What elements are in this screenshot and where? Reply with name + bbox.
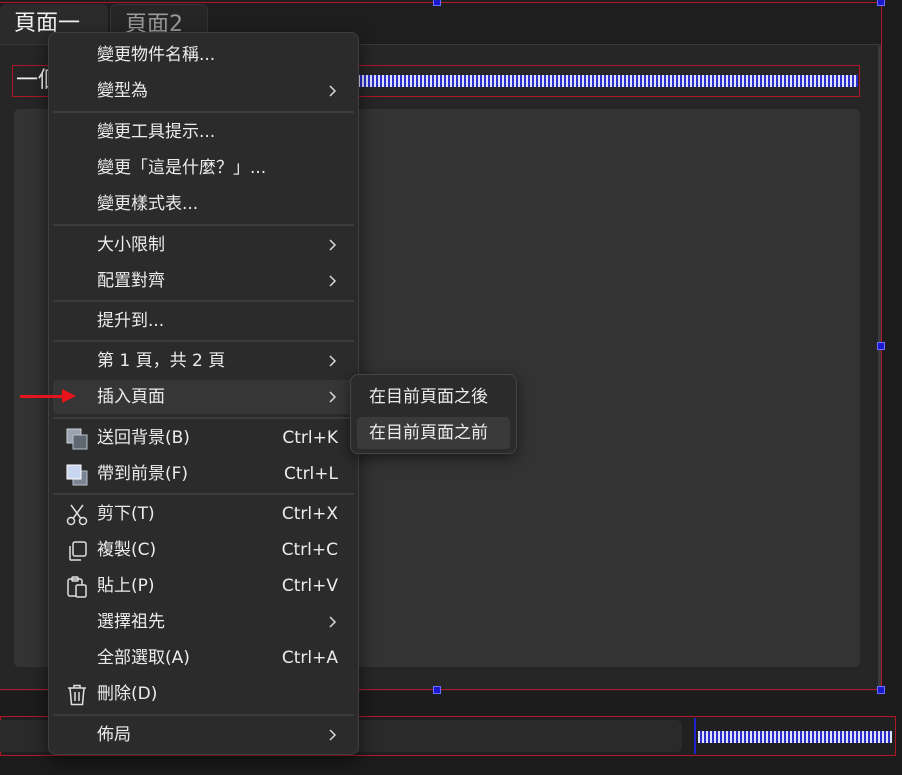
menu-item-paste[interactable]: 貼上(P) Ctrl+V bbox=[53, 569, 354, 603]
insert-page-submenu: 在目前頁面之後 在目前頁面之前 bbox=[350, 374, 517, 454]
menu-item-label: 配置對齊 bbox=[97, 271, 165, 291]
menu-separator bbox=[53, 300, 354, 302]
menu-item-label: 複製(C) bbox=[97, 540, 157, 560]
clipboard-icon bbox=[67, 576, 87, 598]
menu-item-label: 變更物件名稱... bbox=[97, 45, 216, 65]
menu-item-select-all[interactable]: 全部選取(A) Ctrl+A bbox=[53, 641, 354, 675]
menu-item-insert-page[interactable]: 插入頁面 bbox=[53, 380, 354, 414]
menu-item-bring-to-front[interactable]: 帶到前景(F) Ctrl+L bbox=[53, 457, 354, 491]
resize-handle-bottom[interactable] bbox=[433, 686, 441, 694]
menu-item-cut[interactable]: 剪下(T) Ctrl+X bbox=[53, 497, 354, 531]
menu-item-shortcut: Ctrl+K bbox=[282, 428, 338, 448]
menu-item-label: 剪下(T) bbox=[97, 504, 155, 524]
chevron-right-icon bbox=[329, 355, 337, 367]
submenu-item-after-current-page[interactable]: 在目前頁面之後 bbox=[357, 381, 510, 413]
menu-item-shortcut: Ctrl+L bbox=[284, 464, 338, 484]
chevron-right-icon bbox=[329, 729, 337, 741]
menu-item-label: 佈局 bbox=[97, 725, 131, 745]
menu-item-label: 變更「這是什麼？」... bbox=[97, 158, 267, 178]
menu-item-morph-into[interactable]: 變型為 bbox=[53, 74, 354, 108]
chevron-right-icon bbox=[329, 616, 337, 628]
menu-item-shortcut: Ctrl+X bbox=[281, 504, 338, 524]
selection-border-top bbox=[0, 2, 884, 3]
menu-item-label: 貼上(P) bbox=[97, 576, 155, 596]
menu-item-shortcut: Ctrl+V bbox=[281, 576, 338, 596]
menu-separator bbox=[53, 111, 354, 113]
menu-item-size-constraints[interactable]: 大小限制 bbox=[53, 228, 354, 262]
menu-separator bbox=[53, 493, 354, 495]
submenu-item-label: 在目前頁面之前 bbox=[369, 423, 488, 443]
chevron-right-icon bbox=[329, 275, 337, 287]
menu-item-label: 刪除(D) bbox=[97, 684, 158, 704]
menu-item-label: 送回背景(B) bbox=[97, 428, 190, 448]
annotation-arrow-icon bbox=[62, 389, 76, 403]
resize-handle-right[interactable] bbox=[877, 342, 885, 350]
menu-item-select-ancestor[interactable]: 選擇祖先 bbox=[53, 605, 354, 639]
scissors-icon bbox=[66, 504, 88, 526]
submenu-item-before-current-page[interactable]: 在目前頁面之前 bbox=[357, 417, 510, 449]
resize-handle-top[interactable] bbox=[433, 0, 441, 6]
menu-separator bbox=[53, 340, 354, 342]
menu-item-shortcut: Ctrl+A bbox=[281, 648, 338, 668]
menu-item-send-to-back[interactable]: 送回背景(B) Ctrl+K bbox=[53, 421, 354, 455]
send-to-back-icon bbox=[66, 428, 88, 450]
menu-separator bbox=[53, 224, 354, 226]
menu-item-label: 帶到前景(F) bbox=[97, 464, 189, 484]
chevron-right-icon bbox=[329, 239, 337, 251]
menu-item-layout[interactable]: 佈局 bbox=[53, 718, 354, 752]
menu-item-label: 提升到... bbox=[97, 311, 165, 331]
menu-item-delete[interactable]: 刪除(D) bbox=[53, 677, 354, 711]
menu-item-label: 變更工具提示... bbox=[97, 122, 216, 142]
menu-item-page-of[interactable]: 第 1 頁，共 2 頁 bbox=[53, 344, 354, 378]
copy-icon bbox=[69, 541, 87, 561]
bottom-divider bbox=[694, 718, 696, 754]
context-menu: 變更物件名稱... 變型為 變更工具提示... 變更「這是什麼？」... 變更樣… bbox=[48, 32, 359, 755]
chevron-right-icon bbox=[329, 391, 337, 403]
menu-item-label: 第 1 頁，共 2 頁 bbox=[97, 351, 226, 371]
layout-spacer bbox=[358, 75, 858, 87]
menu-separator bbox=[53, 714, 354, 716]
menu-item-rename-object[interactable]: 變更物件名稱... bbox=[53, 38, 354, 72]
bottom-spacer bbox=[698, 731, 892, 743]
menu-item-shortcut: Ctrl+C bbox=[281, 540, 338, 560]
menu-item-label: 大小限制 bbox=[97, 235, 165, 255]
menu-item-label: 插入頁面 bbox=[97, 387, 165, 407]
menu-item-layout-alignment[interactable]: 配置對齊 bbox=[53, 264, 354, 298]
menu-item-label: 變型為 bbox=[97, 81, 148, 101]
menu-item-label: 變更樣式表... bbox=[97, 194, 199, 214]
menu-separator bbox=[53, 417, 354, 419]
menu-item-label: 選擇祖先 bbox=[97, 612, 165, 632]
menu-item-change-whats-this[interactable]: 變更「這是什麼？」... bbox=[53, 151, 354, 185]
trash-icon bbox=[68, 684, 86, 706]
resize-handle-top-right[interactable] bbox=[877, 0, 885, 6]
menu-item-label: 全部選取(A) bbox=[97, 648, 190, 668]
menu-item-change-stylesheet[interactable]: 變更樣式表... bbox=[53, 187, 354, 221]
chevron-right-icon bbox=[329, 85, 337, 97]
menu-item-change-tooltip[interactable]: 變更工具提示... bbox=[53, 115, 354, 149]
bring-to-front-icon bbox=[66, 464, 88, 486]
resize-handle-bottom-right[interactable] bbox=[877, 686, 885, 694]
submenu-item-label: 在目前頁面之後 bbox=[369, 387, 488, 407]
annotation-arrow-shaft bbox=[20, 395, 64, 398]
menu-item-copy[interactable]: 複製(C) Ctrl+C bbox=[53, 533, 354, 567]
menu-item-promote-to[interactable]: 提升到... bbox=[53, 304, 354, 338]
